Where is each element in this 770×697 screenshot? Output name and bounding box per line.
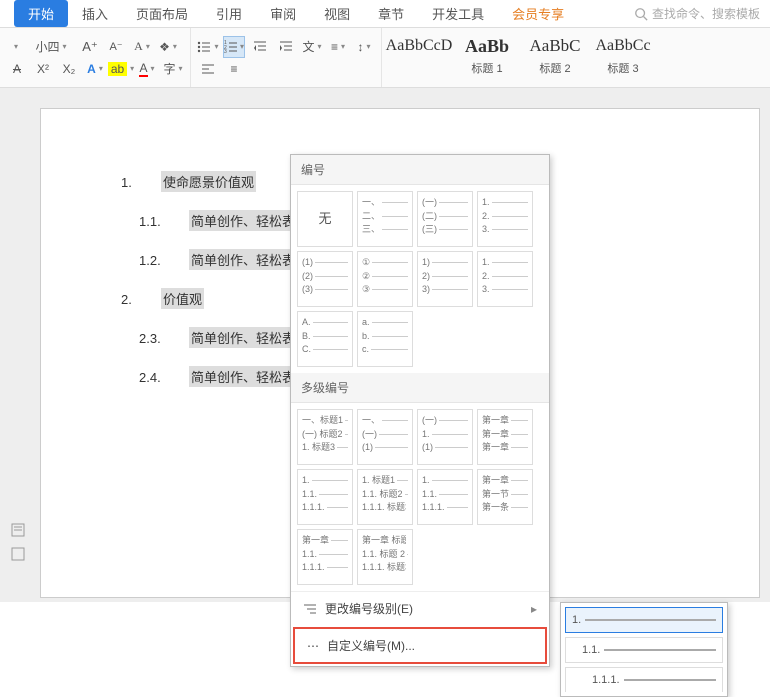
- numbering-button[interactable]: 123: [223, 36, 245, 58]
- ribbon-toolbar: 小四 A⁺ A⁻ A ❖ A X² X₂ A ab A 字 123 文 ≡ ↕: [0, 28, 770, 88]
- tab-review[interactable]: 审阅: [256, 0, 310, 27]
- level-icon: [303, 603, 317, 615]
- numbering-thumb[interactable]: 一、二、三、: [357, 191, 413, 247]
- preview-level-1[interactable]: 1.: [565, 607, 723, 633]
- numbering-none[interactable]: 无: [297, 191, 353, 247]
- text-direction-button[interactable]: 文: [301, 36, 323, 58]
- change-level-item[interactable]: 更改编号级别(E) ▸: [291, 591, 549, 625]
- svg-text:3: 3: [224, 49, 227, 54]
- multilevel-thumb[interactable]: 第一章1.1.1.1.1.: [297, 529, 353, 585]
- nav-icon-1[interactable]: [10, 522, 28, 540]
- tab-start[interactable]: 开始: [14, 0, 68, 27]
- tab-reference[interactable]: 引用: [202, 0, 256, 27]
- indent-right-button[interactable]: [275, 36, 297, 58]
- bullets-button[interactable]: [197, 36, 219, 58]
- chevron-right-icon: ▸: [531, 602, 537, 616]
- numbering-thumb[interactable]: A.B.C.: [297, 311, 353, 367]
- multilevel-thumb[interactable]: 第一章第一章第一章: [477, 409, 533, 465]
- preview-level-2[interactable]: 1.1.: [565, 637, 723, 663]
- ribbon-tabs: 开始 插入 页面布局 引用 审阅 视图 章节 开发工具 会员专享 查找命令、搜索…: [0, 0, 770, 28]
- nav-icon-2[interactable]: [10, 546, 28, 564]
- indent-icon: [279, 40, 293, 54]
- tab-layout[interactable]: 页面布局: [122, 0, 202, 27]
- align-center-button[interactable]: ≡: [223, 58, 245, 80]
- style-normal[interactable]: AaBbCcD: [386, 32, 452, 83]
- paragraph-section: 123 文 ≡ ↕ ≡: [191, 28, 382, 87]
- numbering-thumb[interactable]: a.b.c.: [357, 311, 413, 367]
- highlight-button[interactable]: ab: [110, 58, 132, 80]
- multilevel-thumb[interactable]: 一、标题1(一) 标题2 1. 标题3: [297, 409, 353, 465]
- indent-left-button[interactable]: [249, 36, 271, 58]
- font-size-select[interactable]: 小四: [27, 36, 75, 58]
- document-area: 1.使命愿景价值观1.1.简单创作、轻松表1.2.简单创作、轻松表2.价值观2.…: [0, 88, 770, 602]
- multilevel-thumb[interactable]: 一、(一)(1): [357, 409, 413, 465]
- super-button[interactable]: X²: [32, 58, 54, 80]
- style-heading3[interactable]: AaBbCc标题 3: [590, 32, 656, 83]
- ellipsis-icon: ⋯: [307, 639, 319, 653]
- multilevel-thumb[interactable]: 第一章 标题11.1. 标题 21.1.1. 标题3: [357, 529, 413, 585]
- multilevel-thumb[interactable]: (一)1.(1): [417, 409, 473, 465]
- style-heading2[interactable]: AaBbC标题 2: [522, 32, 588, 83]
- sub-button[interactable]: X₂: [58, 58, 80, 80]
- tab-chapter[interactable]: 章节: [364, 0, 418, 27]
- font-family-select[interactable]: [6, 36, 23, 58]
- preview-level-3[interactable]: 1.1.1.: [565, 667, 723, 692]
- multilevel-section-label: 多级编号: [291, 373, 549, 403]
- numbering-thumb[interactable]: 1.2.3.: [477, 251, 533, 307]
- change-case-button[interactable]: A: [131, 36, 153, 58]
- command-search[interactable]: 查找命令、搜索模板: [634, 5, 760, 22]
- custom-numbering-item[interactable]: ⋯ 自定义编号(M)...: [293, 627, 547, 664]
- multilevel-thumb[interactable]: 1.1.1.1.1.1.: [417, 469, 473, 525]
- bullets-icon: [197, 40, 211, 54]
- tab-insert[interactable]: 插入: [68, 0, 122, 27]
- shrink-font-button[interactable]: A⁻: [105, 36, 127, 58]
- numbering-thumb[interactable]: (1)(2)(3): [297, 251, 353, 307]
- tab-devtools[interactable]: 开发工具: [418, 0, 498, 27]
- numbering-thumb[interactable]: 1)2)3): [417, 251, 473, 307]
- align-button-1[interactable]: ≡: [327, 36, 349, 58]
- multilevel-thumb[interactable]: 1. 标题11.1. 标题21.1.1. 标题3: [357, 469, 413, 525]
- tab-member[interactable]: 会员专享: [498, 0, 578, 27]
- numbering-icon: 123: [224, 40, 237, 54]
- multilevel-thumb[interactable]: 第一章第一节第一条: [477, 469, 533, 525]
- font-effects-button[interactable]: A: [84, 58, 106, 80]
- align-button-2[interactable]: ↕: [353, 36, 375, 58]
- phonetic-button[interactable]: 字: [162, 58, 184, 80]
- strike-button[interactable]: A: [6, 58, 28, 80]
- align-left-button[interactable]: [197, 58, 219, 80]
- search-icon: [634, 7, 648, 21]
- numbering-thumb[interactable]: ①②③: [357, 251, 413, 307]
- level-preview-popup: 1. 1.1. 1.1.1.: [560, 602, 728, 697]
- outdent-icon: [253, 40, 267, 54]
- tab-view[interactable]: 视图: [310, 0, 364, 27]
- numbering-section-label: 编号: [291, 155, 549, 185]
- font-section: 小四 A⁺ A⁻ A ❖ A X² X₂ A ab A 字: [0, 28, 191, 87]
- numbering-thumb[interactable]: (一)(二)(三): [417, 191, 473, 247]
- styles-gallery: AaBbCcD AaBb标题 1 AaBbC标题 2 AaBbCc标题 3: [382, 28, 660, 87]
- style-heading1[interactable]: AaBb标题 1: [454, 32, 520, 83]
- font-color-button[interactable]: A: [136, 58, 158, 80]
- numbering-dropdown: 编号 无一、二、三、(一)(二)(三)1.2.3. (1)(2)(3)①②③1)2…: [290, 154, 550, 667]
- grow-font-button[interactable]: A⁺: [79, 36, 101, 58]
- clear-format-button[interactable]: ❖: [157, 36, 179, 58]
- multilevel-thumb[interactable]: 1.1.1.1.1.1.: [297, 469, 353, 525]
- numbering-thumb[interactable]: 1.2.3.: [477, 191, 533, 247]
